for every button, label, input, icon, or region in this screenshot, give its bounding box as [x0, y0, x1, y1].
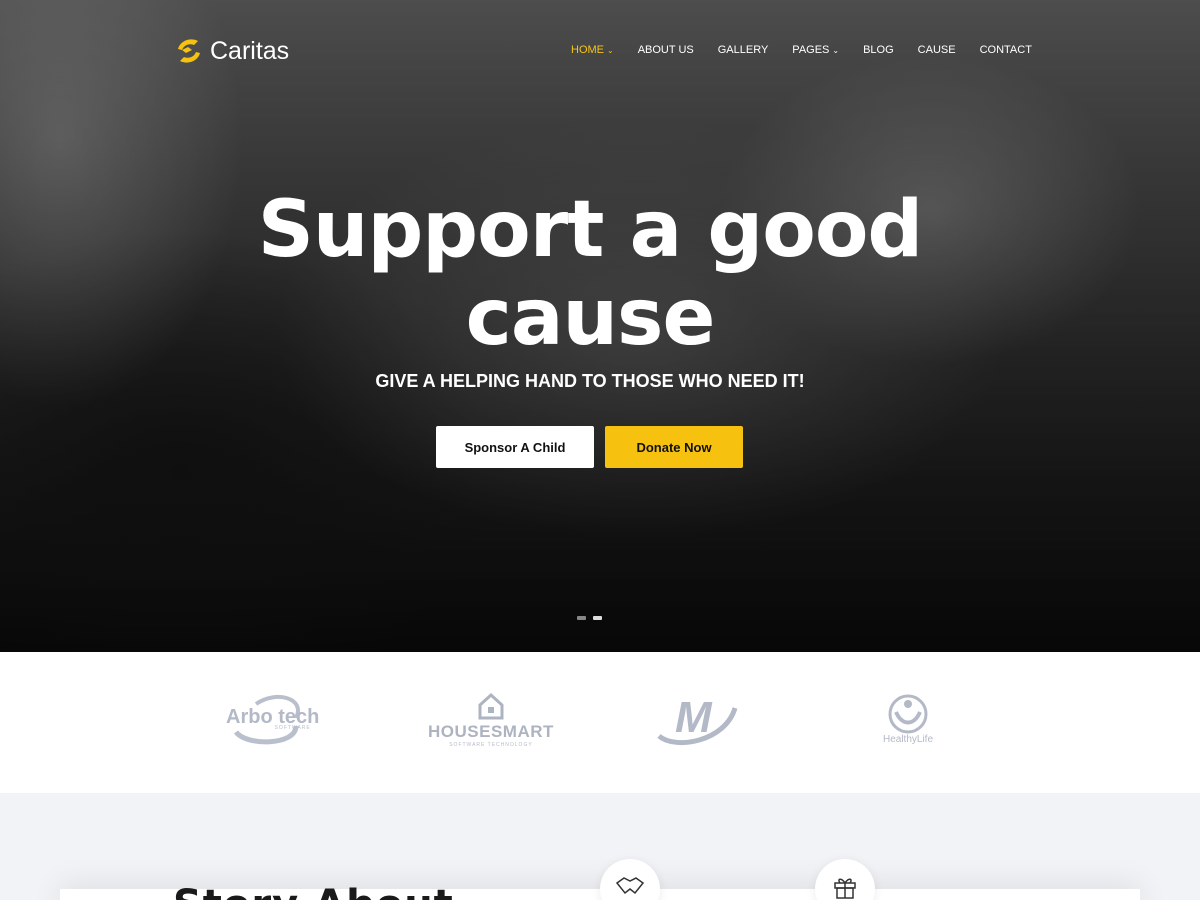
hero-slider: Caritas HOME ⌄ ABOUT US GALLERY PAGES ⌄ … [0, 0, 1200, 652]
gift-icon [834, 878, 856, 899]
slider-dot-1[interactable] [577, 616, 586, 620]
sponsor-a-child-button[interactable]: Sponsor A Child [436, 426, 594, 468]
nav-cause-label: CAUSE [917, 44, 956, 56]
chevron-down-icon: ⌄ [607, 45, 614, 55]
nav-home-label: HOME [571, 44, 604, 56]
nav-cause[interactable]: CAUSE [918, 44, 956, 56]
nav-blog-label: BLOG [863, 44, 894, 56]
slider-dot-2[interactable] [593, 616, 602, 620]
partner-name: M [675, 693, 713, 742]
partner-housesmart[interactable]: HOUSESMART SOFTWARE TECHNOLOGY [428, 692, 554, 748]
m-logo: M [657, 693, 738, 745]
main-nav: HOME ⌄ ABOUT US GALLERY PAGES ⌄ BLOG CAU… [571, 44, 1056, 56]
brand-logo[interactable]: Caritas [174, 35, 289, 67]
partner-tagline: SOFTWARE [274, 725, 311, 731]
healthy-life-icon [888, 694, 928, 734]
section-heading: Story About [173, 882, 454, 900]
house-icon [478, 692, 504, 720]
hero-subtitle: GIVE A HELPING HAND TO THOSE WHO NEED IT… [375, 371, 805, 391]
handshake-icon [615, 877, 645, 895]
gift-icon-badge [815, 859, 875, 900]
partner-m[interactable]: M [655, 692, 739, 753]
slider-dots [577, 616, 602, 620]
hero-title: Support a good cause [257, 185, 924, 363]
nav-pages[interactable]: PAGES ⌄ [792, 44, 839, 56]
partner-arbo-tech[interactable]: Arbo tech SOFTWARE [226, 692, 319, 745]
partner-healthylife[interactable]: HealthyLife [882, 692, 934, 745]
handshake-icon-badge [600, 859, 660, 900]
partner-name: HOUSESMART [428, 722, 554, 741]
nav-contact-label: CONTACT [979, 44, 1032, 56]
partner-tagline: SOFTWARE TECHNOLOGY [449, 742, 533, 748]
nav-contact[interactable]: CONTACT [980, 44, 1032, 56]
brand-name: Caritas [210, 36, 290, 65]
partners-strip: Arbo tech SOFTWARE HOUSESMART SOFTWARE T… [0, 652, 1200, 793]
nav-about-label: ABOUT US [637, 44, 694, 56]
chevron-down-icon: ⌄ [832, 45, 840, 55]
nav-gallery-label: GALLERY [717, 44, 769, 56]
nav-about[interactable]: ABOUT US [638, 44, 694, 56]
partner-name: HealthyLife [882, 734, 934, 745]
donate-now-button[interactable]: Donate Now [605, 426, 743, 468]
story-section: Story About [0, 793, 1200, 900]
nav-blog[interactable]: BLOG [863, 44, 894, 56]
nav-home[interactable]: HOME ⌄ [571, 44, 614, 56]
nav-gallery[interactable]: GALLERY [718, 44, 769, 56]
nav-pages-label: PAGES [792, 44, 830, 56]
helping-hands-icon [178, 39, 200, 63]
